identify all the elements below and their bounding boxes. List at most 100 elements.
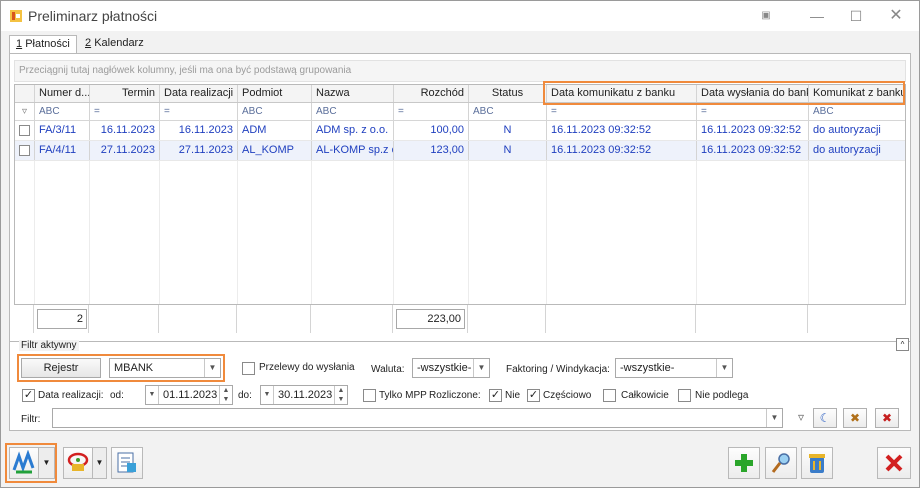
- document-list-button[interactable]: [111, 447, 143, 479]
- cell-rozchod: 100,00: [394, 121, 469, 140]
- column-header-data-komunikatu[interactable]: Data komunikatu z banku: [547, 85, 697, 102]
- row-checkbox[interactable]: [15, 121, 35, 140]
- przelewy-checkbox[interactable]: [242, 362, 255, 375]
- settlement-dropdown-arrow[interactable]: ▼: [93, 447, 107, 479]
- table-row[interactable]: FA/4/11 27.11.2023 27.11.2023 AL_KOMP AL…: [15, 141, 905, 161]
- collapse-filter-icon[interactable]: ^: [896, 338, 909, 351]
- nie-podlega-checkbox[interactable]: [678, 389, 691, 402]
- delete-button[interactable]: [801, 447, 833, 479]
- cell-data-realizacji: 16.11.2023: [160, 121, 238, 140]
- nie-label: Nie: [505, 390, 521, 401]
- przelewy-label: Przelewy do wysłania: [259, 362, 355, 373]
- cell-nazwa: ADM sp. z o.o.: [312, 121, 394, 140]
- waluta-select[interactable]: -wszystkie- ▼: [412, 358, 490, 378]
- maximize-button[interactable]: ☐: [845, 5, 867, 27]
- od-date-field[interactable]: ▼ 01.11.2023 ▲ ▼: [145, 385, 233, 405]
- do-label: do:: [238, 390, 252, 401]
- grid-footer: 2 223,00: [14, 304, 906, 333]
- filter-cell-data-komunikatu[interactable]: =: [547, 103, 697, 120]
- tylko-mpp-label: Tylko MPP: [379, 390, 427, 401]
- column-header-komunikat[interactable]: Komunikat z banku: [809, 85, 905, 102]
- moon-filter-icon[interactable]: ☾: [813, 408, 837, 428]
- filter-cell-numer[interactable]: ABC: [35, 103, 90, 120]
- funnel-icon[interactable]: ▿: [789, 408, 813, 428]
- waluta-label: Waluta:: [371, 364, 405, 375]
- cell-data-realizacji: 27.11.2023: [160, 141, 238, 160]
- do-date-field[interactable]: ▼ 30.11.2023 ▲ ▼: [260, 385, 348, 405]
- nie-checkbox[interactable]: ✓: [489, 389, 502, 402]
- settlement-button[interactable]: [63, 447, 93, 479]
- chevron-down-icon: ▼: [473, 359, 489, 377]
- column-header-nazwa[interactable]: Nazwa: [312, 85, 394, 102]
- filter-cell-komunikat[interactable]: ABC: [809, 103, 905, 120]
- window-menu-icon[interactable]: ▣: [755, 5, 777, 27]
- close-window-button[interactable]: ✕: [885, 5, 907, 27]
- column-header-data-realizacji-label: Data realizacji: [164, 87, 234, 99]
- data-realizacji-label: Data realizacji:: [38, 390, 104, 401]
- tab-platnosci[interactable]: 1 Płatności: [9, 35, 77, 54]
- tab-kalendarz[interactable]: 2 Kalendarz: [79, 35, 145, 54]
- column-header-status[interactable]: Status: [469, 85, 547, 102]
- column-header-podmiot[interactable]: Podmiot: [238, 85, 312, 102]
- filter-clear-icon[interactable]: ✖: [843, 408, 867, 428]
- grid-header-row: Numer d... Termin Data realizacji ▲ Podm…: [15, 85, 905, 103]
- cell-rozchod: 123,00: [394, 141, 469, 160]
- filter-cell-status[interactable]: ABC: [469, 103, 547, 120]
- faktoring-select[interactable]: -wszystkie- ▼: [615, 358, 733, 378]
- filter-cell-rozchod[interactable]: =: [394, 103, 469, 120]
- spinner-icon[interactable]: ▲ ▼: [334, 386, 347, 404]
- filter-cell-data-realizacji[interactable]: =: [160, 103, 238, 120]
- cell-numer: FA/4/11: [35, 141, 90, 160]
- filter-cell-nazwa[interactable]: ABC: [312, 103, 394, 120]
- active-filter-section: Filtr aktywny ^ Rejestr MBANK ▼ Przelewy …: [9, 338, 911, 433]
- edit-button[interactable]: [765, 447, 797, 479]
- nie-podlega-label: Nie podlega: [695, 390, 749, 401]
- grid-empty-area: [15, 161, 905, 305]
- tylko-mpp-checkbox[interactable]: [363, 389, 376, 402]
- cell-data-komunikatu: 16.11.2023 09:32:52: [547, 141, 697, 160]
- filter-cell-data-wyslania[interactable]: =: [697, 103, 809, 120]
- cell-status: N: [469, 141, 547, 160]
- column-header-numer[interactable]: Numer d...: [35, 85, 90, 102]
- rejestr-button[interactable]: Rejestr: [21, 358, 101, 378]
- faktoring-label: Faktoring / Windykacja:: [506, 364, 610, 375]
- column-header-data-realizacji[interactable]: Data realizacji ▲: [160, 85, 238, 102]
- app-icon: [10, 10, 22, 22]
- close-button[interactable]: [877, 447, 911, 479]
- export-dropdown-arrow[interactable]: ▼: [39, 447, 55, 479]
- cell-data-wyslania: 16.11.2023 09:32:52: [697, 141, 809, 160]
- czesciowo-checkbox[interactable]: ✓: [527, 389, 540, 402]
- calendar-dropdown-icon[interactable]: ▼: [146, 386, 159, 404]
- column-header-termin[interactable]: Termin: [90, 85, 160, 102]
- cell-komunikat: do autoryzacji: [813, 124, 881, 136]
- filter-remove-icon[interactable]: ✖: [875, 408, 899, 428]
- filter-cell-termin[interactable]: =: [90, 103, 160, 120]
- calkowicie-checkbox[interactable]: [603, 389, 616, 402]
- document-list-icon: [117, 452, 136, 473]
- table-row[interactable]: FA/3/11 16.11.2023 16.11.2023 ADM ADM sp…: [15, 121, 905, 141]
- close-icon: [885, 454, 903, 472]
- calendar-dropdown-icon[interactable]: ▼: [261, 386, 274, 404]
- spinner-icon[interactable]: ▲ ▼: [219, 386, 232, 404]
- od-date-value: 01.11.2023: [163, 389, 218, 401]
- chevron-down-icon: ▼: [766, 409, 782, 427]
- minimize-button[interactable]: —: [806, 5, 828, 27]
- window-title: Preliminarz płatności: [28, 8, 158, 24]
- waluta-select-value: -wszystkie-: [417, 362, 472, 374]
- filter-section-title: Filtr aktywny: [19, 340, 79, 351]
- data-realizacji-checkbox[interactable]: ✓: [22, 389, 35, 402]
- filtr-input[interactable]: ▼: [52, 408, 783, 428]
- cell-termin: 27.11.2023: [90, 141, 160, 160]
- add-button[interactable]: [728, 447, 760, 479]
- row-checkbox[interactable]: [15, 141, 35, 160]
- filter-cell-podmiot[interactable]: ABC: [238, 103, 312, 120]
- payments-grid: Numer d... Termin Data realizacji ▲ Podm…: [14, 84, 906, 332]
- rejestr-select-value: MBANK: [114, 362, 154, 374]
- rejestr-select[interactable]: MBANK ▼: [109, 358, 221, 378]
- header-select-cell: [15, 85, 35, 102]
- group-by-hint[interactable]: Przeciągnij tutaj nagłówek kolumny, jeśl…: [14, 60, 906, 82]
- chevron-down-icon: ▼: [716, 359, 732, 377]
- column-header-data-wyslania[interactable]: Data wysłania do banku: [697, 85, 809, 102]
- column-header-rozchod[interactable]: Rozchód: [394, 85, 469, 102]
- export-bank-button[interactable]: [9, 447, 39, 479]
